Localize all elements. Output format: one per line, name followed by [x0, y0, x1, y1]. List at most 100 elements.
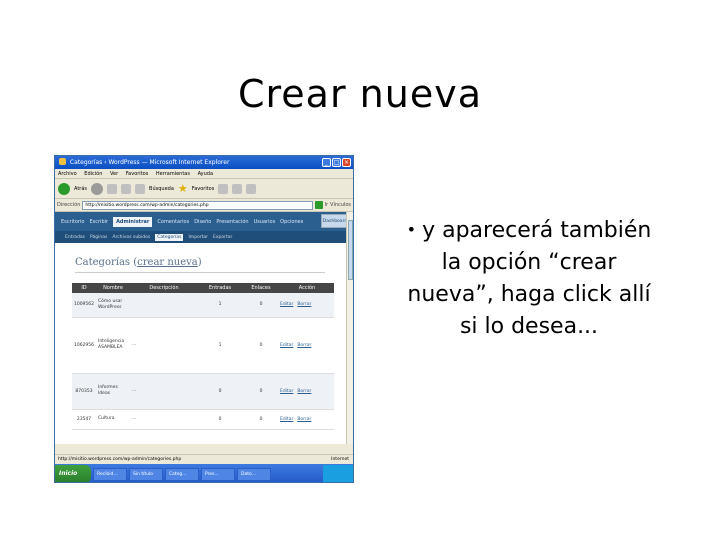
cell-name: Informes Ideas — [96, 373, 130, 410]
table-header-row: ID Nombre Descripción Entradas Enlaces A… — [72, 283, 334, 293]
cell-links: 0 — [242, 293, 280, 318]
cell-id: 23547 — [72, 409, 96, 430]
address-input[interactable]: http://misitio.wordpress.com/wp-admin/ca… — [82, 200, 313, 210]
col-descripcion: Descripción — [130, 283, 198, 293]
col-enlaces: Enlaces — [242, 283, 280, 293]
table-row: 1009562 Cómo usar WordPress 1 0 Editar Bo… — [72, 293, 334, 318]
col-entradas: Entradas — [198, 283, 242, 293]
taskbar-item[interactable]: Dato... — [237, 467, 271, 481]
taskbar-item[interactable]: Pres... — [201, 467, 235, 481]
browser-screenshot: Categorías ‹ WordPress — Microsoft Inter… — [54, 155, 354, 483]
nav-item-administrar[interactable]: Administrar — [113, 216, 153, 227]
scroll-thumb[interactable] — [348, 220, 353, 280]
delete-link[interactable]: Borrar — [297, 417, 311, 422]
refresh-icon[interactable] — [121, 183, 132, 194]
nav-item-presentacion[interactable]: Presentación — [216, 219, 248, 225]
menu-item-ver[interactable]: Ver — [110, 171, 118, 177]
taskbar-item[interactable]: Recibid... — [93, 467, 127, 481]
edit-link[interactable]: Editar — [280, 302, 293, 307]
table-row: 870353 Informes Ideas ... 0 0 Editar Borr… — [72, 373, 334, 410]
cell-posts[interactable]: 1 — [198, 293, 242, 318]
taskbar-item[interactable]: Sin título — [129, 467, 163, 481]
table-row: 1062956 Inteligencia ASAMBLEA ... 1 0 Ed… — [72, 317, 334, 374]
page-content: Escritorio Escribir Administrar Comentar… — [55, 212, 353, 444]
slide-title: Crear nueva — [237, 72, 482, 116]
edit-link[interactable]: Editar — [280, 343, 293, 348]
taskbar: Inicio Recibid... Sin título Categ... Pr… — [55, 464, 353, 482]
maximize-icon[interactable]: □ — [332, 158, 341, 167]
favorites-button[interactable]: Favoritos — [192, 186, 215, 192]
delete-link[interactable]: Borrar — [297, 389, 311, 394]
menu-item-ayuda[interactable]: Ayuda — [198, 171, 213, 177]
back-icon[interactable] — [58, 182, 70, 195]
back-label[interactable]: Atrás — [74, 186, 87, 192]
menu-item-edicion[interactable]: Edición — [84, 171, 102, 177]
heading-text: Categorías — [75, 257, 131, 268]
subnav-item-categorias[interactable]: Categorías — [155, 233, 184, 241]
subnav-item-archivos[interactable]: Archivos subidos — [112, 235, 150, 240]
page-heading: Categorías (crear nueva) — [75, 257, 202, 268]
cell-actions: Editar Borrar — [280, 317, 334, 374]
subnav-item-paginas[interactable]: Páginas — [90, 235, 107, 240]
cell-desc: ... — [130, 317, 198, 374]
favorites-icon[interactable]: ★ — [178, 182, 188, 195]
mail-icon[interactable] — [232, 183, 243, 194]
delete-link[interactable]: Borrar — [297, 302, 311, 307]
cell-posts[interactable]: 1 — [198, 317, 242, 374]
nav-item-escritorio[interactable]: Escritorio — [61, 219, 84, 225]
go-button[interactable]: Ir — [325, 202, 329, 208]
dashboard-button[interactable]: Dashboard — [321, 214, 349, 228]
menu-item-archivo[interactable]: Archivo — [58, 171, 77, 177]
vertical-scrollbar[interactable] — [346, 212, 353, 444]
wp-main-nav: Escritorio Escribir Administrar Comentar… — [55, 212, 353, 231]
links-button[interactable]: Vínculos — [330, 202, 351, 208]
cell-links: 0 — [242, 409, 280, 430]
cell-actions: Editar Borrar — [280, 373, 334, 410]
search-button[interactable]: Búsqueda — [149, 186, 174, 192]
history-icon[interactable] — [218, 183, 229, 194]
nav-item-diseno[interactable]: Diseño — [194, 219, 211, 225]
menu-item-favoritos[interactable]: Favoritos — [126, 171, 149, 177]
cell-name: Cómo usar WordPress — [96, 293, 130, 318]
system-tray — [323, 465, 353, 482]
create-new-link[interactable]: crear nueva — [137, 257, 198, 268]
cell-links: 0 — [242, 317, 280, 374]
go-icon[interactable] — [314, 201, 323, 209]
minimize-icon[interactable]: _ — [322, 158, 331, 167]
home-icon[interactable] — [135, 183, 146, 194]
status-bar: http://misitio.wordpress.com/wp-admin/ca… — [55, 454, 353, 464]
nav-item-escribir[interactable]: Escribir — [89, 219, 108, 225]
nav-item-comentarios[interactable]: Comentarios — [157, 219, 189, 225]
edit-link[interactable]: Editar — [280, 389, 293, 394]
subnav-item-importar[interactable]: Importar — [188, 235, 208, 240]
menu-item-herramientas[interactable]: Herramientas — [156, 171, 190, 177]
forward-icon[interactable] — [91, 182, 104, 195]
cell-name: Inteligencia ASAMBLEA — [96, 317, 130, 374]
nav-item-usuarios[interactable]: Usuarios — [254, 219, 276, 225]
subnav-item-entradas[interactable]: Entradas — [65, 235, 85, 240]
cell-desc — [130, 293, 198, 318]
window-title: Categorías ‹ WordPress — Microsoft Inter… — [69, 159, 230, 166]
delete-link[interactable]: Borrar — [297, 343, 311, 348]
cell-name: Cultura — [96, 409, 130, 430]
print-icon[interactable] — [246, 183, 257, 194]
taskbar-item[interactable]: Categ... — [165, 467, 199, 481]
cell-id: 1009562 — [72, 293, 96, 318]
status-text: http://misitio.wordpress.com/wp-admin/ca… — [58, 457, 182, 462]
cell-id: 1062956 — [72, 317, 96, 374]
edit-link[interactable]: Editar — [280, 417, 293, 422]
cell-posts[interactable]: 0 — [198, 373, 242, 410]
cell-desc: ... — [130, 409, 198, 430]
nav-item-opciones[interactable]: Opciones — [280, 219, 303, 225]
stop-icon[interactable] — [107, 183, 118, 194]
cell-links: 0 — [242, 373, 280, 410]
cell-id: 870353 — [72, 373, 96, 410]
cell-actions: Editar Borrar — [280, 409, 334, 430]
cell-desc: ... — [130, 373, 198, 410]
wp-sub-nav: Entradas Páginas Archivos subidos Catego… — [55, 231, 353, 243]
cell-posts[interactable]: 0 — [198, 409, 242, 430]
start-button[interactable]: Inicio — [55, 465, 91, 482]
close-icon[interactable]: × — [342, 158, 351, 167]
browser-toolbar: Atrás Búsqueda ★ Favoritos — [55, 179, 353, 199]
subnav-item-exportar[interactable]: Exportar — [213, 235, 232, 240]
